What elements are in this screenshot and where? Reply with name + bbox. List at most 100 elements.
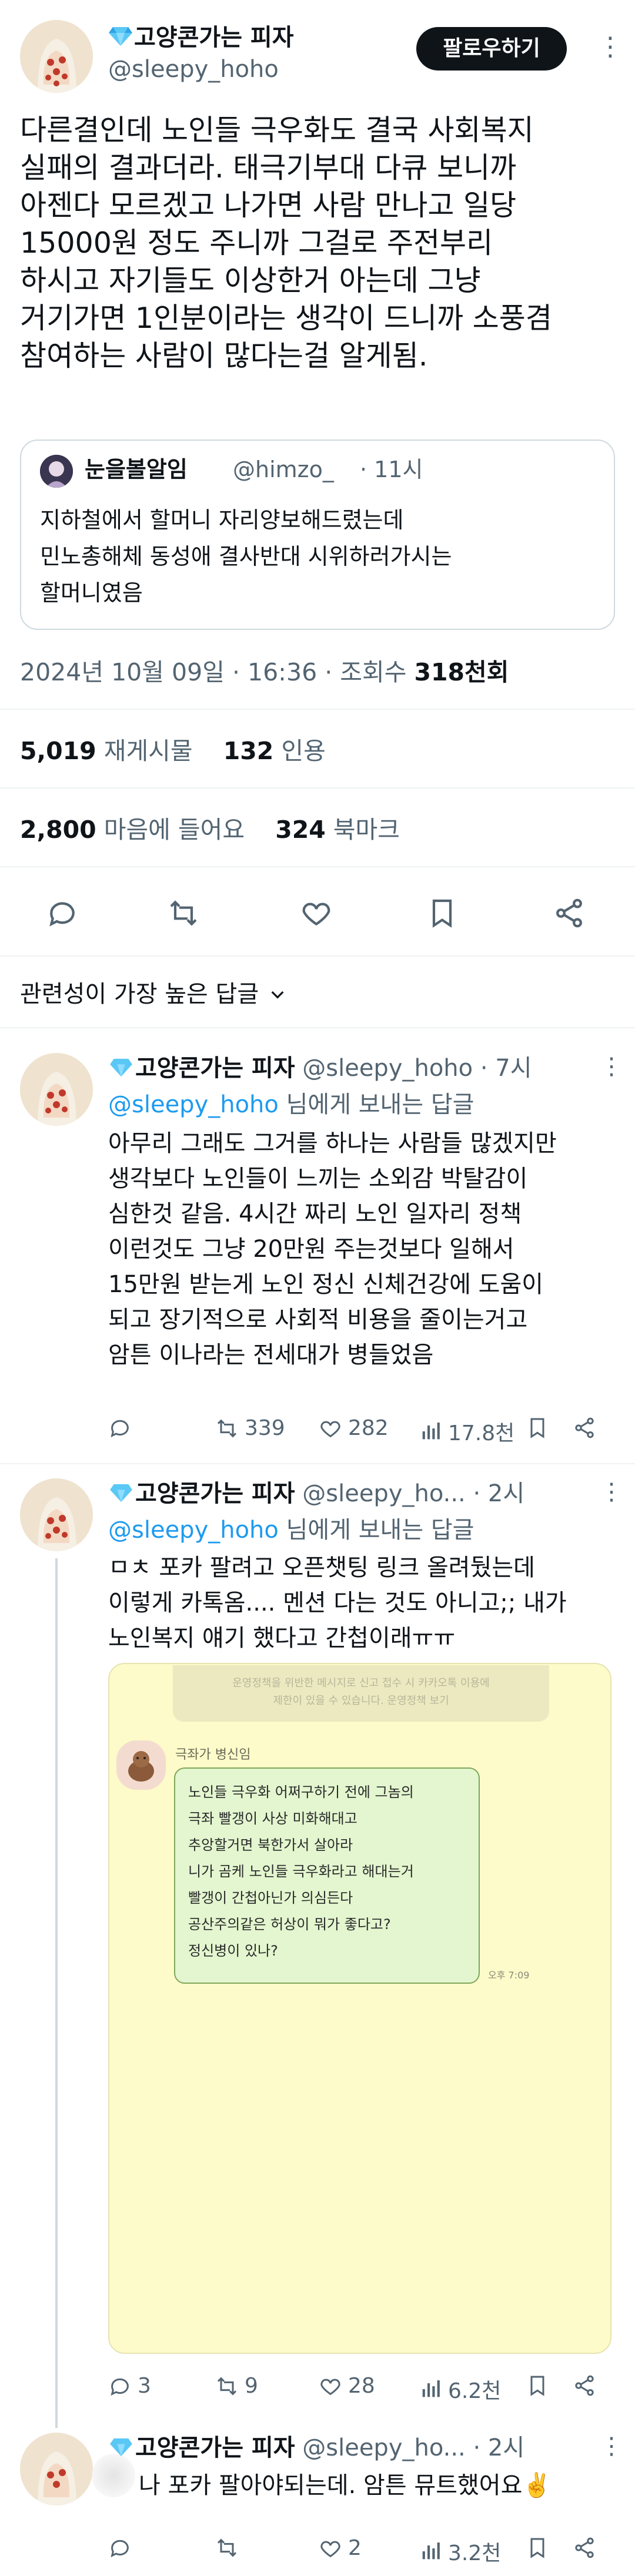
chat-sender-name: 극좌가 병신임 [175, 1747, 251, 1762]
bookmark-icon[interactable] [526, 1416, 549, 1442]
chat-sender-avatar [116, 1740, 166, 1790]
reply-reply-action[interactable]: 3 [108, 2374, 151, 2398]
reply-to-handle[interactable]: @sleepy_hoho [108, 1091, 279, 1118]
quotes-label: 인용 [281, 737, 326, 765]
bookmark-icon[interactable] [426, 897, 459, 932]
bubble-line: 정신병이 있나? [188, 1943, 278, 1959]
reply-line: 아무리 그래도 그거를 하나는 사람들 많겠지만 [108, 1130, 557, 1157]
tweet-line: 아젠다 모르겠고 나가면 사람 만나고 일당 [20, 189, 517, 222]
retweets-label: 재게시물 [103, 737, 193, 765]
retweet-icon[interactable] [167, 897, 200, 932]
share-icon[interactable] [553, 897, 586, 932]
reply-line: 심한것 같음. 4시간 짜리 노인 일자리 정책 [108, 1200, 522, 1227]
share-icon[interactable] [573, 2536, 596, 2562]
like-icon[interactable] [300, 897, 333, 932]
bubble-line: 빨갱이 간첩아닌가 의심든다 [188, 1890, 353, 1906]
reply-time[interactable]: · 7시 [480, 1055, 532, 1082]
reply-views-action[interactable]: 6.2천 [419, 2374, 501, 2404]
view-count[interactable]: 318천회 [414, 658, 509, 686]
reply-body: 나 포카 팔아야되는데. 암튼 뮤트했어요✌️ [139, 2468, 627, 2503]
reply-line: 암튼 이나라는 전세대가 병들었음 [108, 1341, 434, 1368]
main-handle[interactable]: @sleepy_hoho [108, 55, 279, 83]
reply-more-icon[interactable]: ⋮ [600, 1478, 623, 1505]
bookmark-icon[interactable] [526, 2536, 549, 2562]
like-icon [320, 2379, 340, 2395]
reply-retweet-action[interactable] [215, 2536, 245, 2560]
reply-time[interactable]: · 2시 [473, 1480, 524, 1507]
reply-line: 이런것도 그냥 20만원 주는것보다 일해서 [108, 1236, 514, 1263]
quote-line: 지하철에서 할머니 자리양보해드렸는데 [40, 507, 404, 533]
quotes-count[interactable]: 132 [223, 737, 274, 765]
reply-display-name[interactable]: 고양콘가는 피자 [135, 1480, 295, 1507]
reply-reply-action[interactable] [108, 2536, 138, 2560]
reply-reply-action[interactable] [108, 1416, 138, 1440]
main-avatar[interactable] [20, 20, 93, 93]
tweet-body: 다른결인데 노인들 극우화도 결국 사회복지 실패의 결과더라. 태극기부대 다… [20, 112, 620, 375]
reply-avatar[interactable] [20, 1478, 93, 1551]
bubble-line: 추앙할거면 북한가서 살아라 [188, 1837, 353, 1853]
sort-label: 관련성이 가장 높은 답글 [20, 981, 259, 1008]
quote-body: 지하철에서 할머니 자리양보해드렸는데 민노총해체 동성애 결사반대 시위하러가… [40, 502, 452, 611]
reply-icon [111, 1420, 129, 1438]
reply-retweet-action[interactable]: 9 [215, 2374, 258, 2398]
reply-to-suffix: 님에게 보내는 답글 [286, 1091, 474, 1118]
bubble-line: 극좌 빨갱이 사상 미화해대고 [188, 1810, 357, 1827]
retweet-count: 339 [245, 1416, 285, 1440]
bubble-line: 노인들 극우화 어쩌구하기 전에 그놈의 [188, 1784, 414, 1800]
reply-retweet-action[interactable]: 339 [215, 1416, 285, 1440]
like-count: 28 [348, 2374, 375, 2398]
reply-line: 이렇게 카톡옴.... 멘션 다는 것도 아니고;; 내가 [108, 1589, 567, 1616]
quote-avatar [40, 455, 73, 488]
share-icon[interactable] [573, 2374, 596, 2400]
likes-count[interactable]: 2,800 [20, 816, 96, 844]
bookmark-icon[interactable] [526, 2374, 549, 2400]
views-chart-icon [422, 2543, 440, 2560]
reply-like-action[interactable]: 28 [319, 2374, 375, 2398]
thread-line [55, 1558, 58, 2428]
reply-count: 3 [138, 2374, 151, 2398]
quoted-tweet-card[interactable]: 눈을볼알임 @himzo_ · 11시 지하철에서 할머니 자리양보해드렸는데 … [20, 440, 615, 630]
quote-line: 민노총해체 동성애 결사반대 시위하러가시는 [40, 544, 452, 569]
reply-more-icon[interactable]: ⋮ [600, 1053, 623, 1080]
reply-views-action[interactable]: 17.8천 [419, 1416, 514, 1447]
reply-more-icon[interactable]: ⋮ [600, 2433, 623, 2460]
more-options-icon[interactable]: ⋮ [597, 32, 623, 62]
retweets-count[interactable]: 5,019 [20, 737, 96, 765]
attached-chat-screenshot[interactable]: 운영정책을 위반한 메시지로 신고 접수 시 카카오톡 이용에 제한이 있을 수… [108, 1663, 611, 2354]
reply-sort-selector[interactable]: 관련성이 가장 높은 답글 [20, 978, 287, 1011]
reply-like-action[interactable]: 282 [319, 1416, 389, 1440]
reply-like-action[interactable]: 2 [319, 2536, 362, 2560]
reply-icon[interactable] [46, 897, 79, 932]
bookmarks-count[interactable]: 324 [275, 816, 326, 844]
notice-line: 운영정책을 위반한 메시지로 신고 접수 시 카카오톡 이용에 [232, 1677, 490, 1689]
bubble-line: 공산주의같은 허상이 뭐가 좋다고? [188, 1916, 391, 1933]
reply-display-name[interactable]: 고양콘가는 피자 [135, 2434, 295, 2461]
main-display-name[interactable]: 고양콘가는 피자 [134, 24, 294, 52]
tweet-line: 하시고 자기들도 이상한거 아는데 그냥 [20, 264, 481, 297]
bubble-line: 니가 곰케 노인들 극우화라고 해대는거 [188, 1863, 414, 1880]
reply-to-line: @sleepy_hoho 님에게 보내는 답글 [108, 1515, 474, 1545]
reply-avatar[interactable] [20, 2433, 93, 2505]
timestamp-text: 2024년 10월 09일 · 16:36 · 조회수 [20, 658, 407, 686]
verified-diamond-icon [109, 1483, 133, 1503]
reply-handle[interactable]: @sleepy_ho... [302, 1480, 466, 1507]
reply-display-name[interactable]: 고양콘가는 피자 [135, 1055, 295, 1082]
reply-time[interactable]: · 2시 [473, 2434, 524, 2461]
reply-views-action[interactable]: 3.2천 [419, 2536, 501, 2567]
verified-diamond-icon [109, 2437, 133, 2457]
reply-body: ㅁㅊ 포카 팔려고 오픈챗팅 링크 올려뒀는데 이렇게 카톡옴.... 멘션 다… [108, 1550, 626, 1656]
follow-button[interactable]: 팔로우하기 [416, 27, 567, 71]
verified-diamond-icon [109, 1058, 133, 1078]
quote-display-name: 눈을볼알임 [85, 457, 188, 482]
reply-handle[interactable]: @sleepy_ho... [302, 2434, 466, 2461]
reply-to-handle[interactable]: @sleepy_hoho [108, 1517, 279, 1544]
share-icon[interactable] [573, 1416, 596, 1442]
blurred-sticker [92, 2454, 135, 2497]
like-icon [320, 1421, 340, 1437]
like-bookmark-stats: 2,800 마음에 들어요 324 북마크 [20, 813, 400, 846]
tweet-line: 실패의 결과더라. 태극기부대 다큐 보니까 [20, 151, 517, 185]
reply-avatar[interactable] [20, 1053, 93, 1126]
reply-line: 되고 장기적으로 사회적 비용을 줄이는거고 [108, 1306, 528, 1333]
reply-handle[interactable]: @sleepy_hoho [302, 1055, 473, 1082]
tweet-timestamp: 2024년 10월 09일 · 16:36 · 조회수 318천회 [20, 656, 509, 689]
